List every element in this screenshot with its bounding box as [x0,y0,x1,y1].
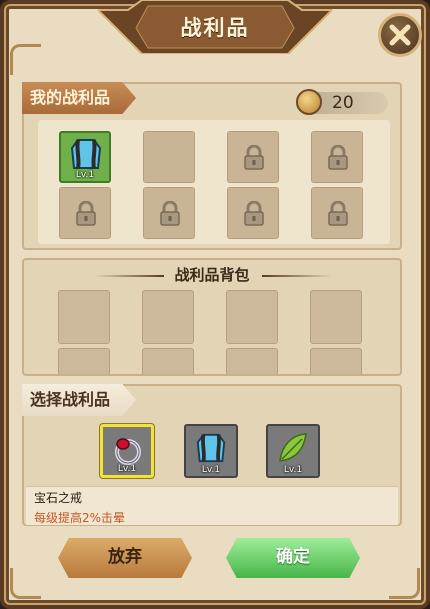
lock-icon [160,201,180,226]
trophy-slot-2[interactable] [143,131,195,183]
lock-icon [76,201,96,226]
item-description: 宝石之戒 每级提高2%击晕 [26,486,398,525]
bag-slot[interactable] [142,290,194,344]
bag-slot[interactable] [142,348,194,374]
level-label: Lv.1 [283,465,303,475]
level-label: Lv.1 [201,465,221,475]
lock-icon [244,145,264,170]
lock-icon [244,201,264,226]
currency-value: 20 [332,93,354,113]
item-name: 宝石之戒 [34,491,83,505]
bag-slot[interactable] [58,348,110,374]
my-trophies-label: 我的战利品 [22,82,137,114]
choice-leaf[interactable]: Lv.1 [266,424,320,478]
armor-icon [70,139,102,169]
lock-icon [328,201,348,226]
page-title: 战利品 [180,16,250,40]
trophy-slot-6-locked [143,187,195,239]
bag-title: 战利品背包 [174,266,250,284]
bag-slot[interactable] [226,290,278,344]
bag-slot[interactable] [226,348,278,374]
bag-slot[interactable] [310,290,362,344]
lock-icon [328,145,348,170]
item-effect: 每级提高2%击晕 [34,511,126,525]
corner-ornament [389,568,420,599]
my-trophies-section: 我的战利品 20 Lv.1 [22,82,402,250]
bag-slot[interactable] [310,348,362,374]
trophy-slot-5-locked [59,187,111,239]
abandon-button[interactable]: 放弃 [58,538,192,578]
close-button[interactable] [378,13,422,57]
trophy-slot-3-locked [227,131,279,183]
currency-display: 20 [296,89,388,115]
confirm-button[interactable]: 确定 [226,538,360,578]
select-trophy-section: 选择战利品 Lv.1 Lv.1 Lv.1 宝石之戒 每级提高2%击晕 [22,384,402,526]
choice-armor[interactable]: Lv.1 [184,424,238,478]
corner-ornament [10,568,41,599]
trophy-slot-4-locked [311,131,363,183]
trophy-slot-grid: Lv.1 [38,120,390,244]
bag-slot[interactable] [58,290,110,344]
trophy-slot-7-locked [227,187,279,239]
medal-coin-icon [296,89,322,115]
leaf-icon [279,433,307,462]
select-trophy-label: 选择战利品 [22,384,137,416]
close-x-icon [389,24,411,46]
trophy-bag-section: 战利品背包 [22,258,402,376]
armor-icon [196,433,226,463]
level-label: Lv.1 [75,170,95,180]
title-banner: 战利品 [95,0,335,55]
corner-ornament [10,44,41,75]
divider-ornament [262,275,332,277]
level-label: Lv.1 [117,464,137,474]
trophy-slot-1[interactable]: Lv.1 [59,131,111,183]
choice-gem-ring[interactable]: Lv.1 [100,424,154,478]
trophy-slot-8-locked [311,187,363,239]
gem-ring-icon [115,438,141,465]
